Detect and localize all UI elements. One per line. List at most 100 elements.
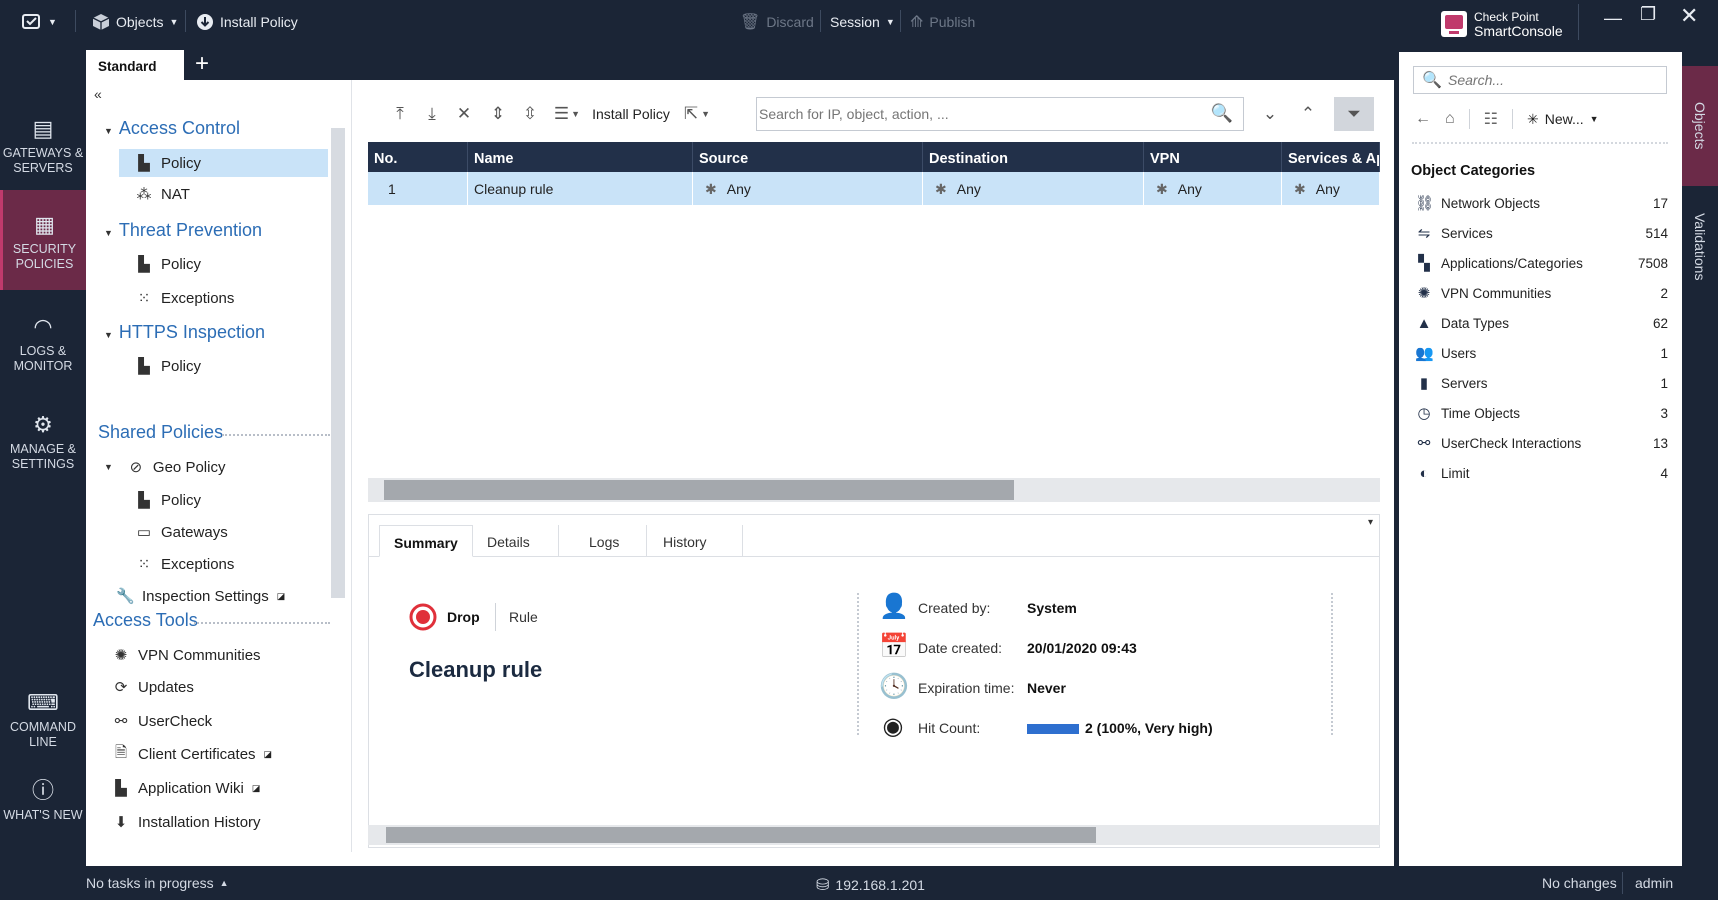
nav-security-label: SECURITY POLICIES bbox=[12, 242, 77, 271]
rule-search-input[interactable] bbox=[757, 98, 1197, 130]
session-menu-button[interactable]: Session ▼ bbox=[830, 10, 895, 34]
column-header-name[interactable]: Name bbox=[468, 142, 693, 172]
scrollbar-thumb[interactable] bbox=[384, 480, 1014, 500]
column-header-services[interactable]: Services & Ap bbox=[1282, 142, 1380, 172]
column-header-destination[interactable]: Destination bbox=[923, 142, 1144, 172]
nav-manage-settings[interactable]: ⚙ MANAGE & SETTINGS bbox=[0, 408, 86, 480]
tree-item-tp-policy[interactable]: ▙ Policy bbox=[135, 250, 201, 278]
tree-https-inspection[interactable]: ▼ HTTPS Inspection bbox=[104, 322, 265, 343]
tree-item-geo-policy[interactable]: ▙ Policy bbox=[135, 486, 201, 514]
tree-item-hi-policy[interactable]: ▙ Policy bbox=[135, 352, 201, 380]
tab-details[interactable]: Details bbox=[473, 525, 559, 557]
rule-title: Cleanup rule bbox=[409, 657, 543, 682]
search-icon[interactable]: 🔍 bbox=[1211, 103, 1233, 124]
server-address: 192.168.1.201 bbox=[835, 877, 925, 893]
category-services[interactable]: ⇋ Services 514 bbox=[1415, 221, 1668, 245]
close-button[interactable]: ✕ bbox=[1680, 3, 1699, 28]
maximize-button[interactable]: ❐ bbox=[1640, 2, 1656, 26]
table-cell-services[interactable]: ✱ Any bbox=[1282, 172, 1380, 205]
filter-button[interactable]: ⏷ bbox=[1334, 97, 1374, 131]
scrollbar-thumb[interactable] bbox=[386, 827, 1096, 843]
tree-item-vpn-communities[interactable]: ✺ VPN Communities bbox=[112, 641, 261, 669]
nav-command-line[interactable]: ⌨ COMMAND LINE bbox=[0, 686, 86, 758]
category-data-types[interactable]: ▲ Data Types 62 bbox=[1415, 311, 1668, 335]
nat-icon: ⁂ bbox=[136, 186, 152, 203]
category-usercheck-interactions[interactable]: ⚯ UserCheck Interactions 13 bbox=[1415, 431, 1668, 455]
panel-collapse-icon[interactable]: ▾ bbox=[1368, 517, 1373, 528]
tree-item-tp-exceptions[interactable]: ⁙ Exceptions bbox=[135, 284, 235, 312]
new-label: New... bbox=[1544, 111, 1584, 127]
tab-summary[interactable]: Summary bbox=[379, 525, 473, 557]
nav-logs-monitor[interactable]: ◠ LOGS & MONITOR bbox=[0, 310, 86, 382]
tree-item-installation-history[interactable]: ⬇ Installation History bbox=[112, 808, 261, 836]
discard-button[interactable]: 🗑 Discard bbox=[740, 10, 814, 34]
more-actions-button[interactable]: ☰ ▼ bbox=[549, 97, 585, 131]
export-button[interactable]: ⇱ ▼ bbox=[677, 97, 717, 131]
publish-button[interactable]: ⟰ Publish bbox=[910, 10, 975, 34]
nav-whats-new[interactable]: ⓘ WHAT'S NEW bbox=[0, 774, 86, 846]
nav-gateways-servers[interactable]: ▤ GATEWAYS & SERVERS bbox=[0, 110, 86, 182]
category-vpn-communities[interactable]: ✺ VPN Communities 2 bbox=[1415, 281, 1668, 305]
tree-threat-prevention[interactable]: ▼ Threat Prevention bbox=[104, 220, 262, 241]
tree-scrollbar[interactable] bbox=[331, 128, 345, 598]
back-arrow-icon[interactable]: ← bbox=[1415, 110, 1431, 128]
add-rule-below-button[interactable]: ⤓ bbox=[417, 97, 447, 131]
search-next-button[interactable]: ⌄ bbox=[1252, 97, 1288, 131]
table-cell-source[interactable]: ✱ Any bbox=[693, 172, 923, 205]
install-policy-button[interactable]: Install Policy bbox=[196, 10, 298, 34]
column-header-source[interactable]: Source bbox=[693, 142, 923, 172]
tree-item-usercheck[interactable]: ⚯ UserCheck bbox=[112, 707, 212, 735]
tree-access-control[interactable]: ▼ Access Control bbox=[104, 118, 240, 139]
category-users[interactable]: 👥 Users 1 bbox=[1415, 341, 1668, 365]
tree-item-ac-policy[interactable]: ▙ Policy bbox=[119, 149, 328, 177]
side-tab-objects[interactable]: Objects bbox=[1682, 66, 1718, 186]
list-view-icon[interactable]: ☷ bbox=[1484, 109, 1498, 129]
table-horizontal-scrollbar[interactable] bbox=[368, 478, 1380, 502]
app-menu-button[interactable]: ▼ bbox=[22, 10, 57, 34]
tree-item-client-certificates[interactable]: 🗎 Client Certificates ◪ bbox=[112, 740, 272, 768]
category-servers[interactable]: ▮ Servers 1 bbox=[1415, 371, 1668, 395]
tree-item-geo-gateways[interactable]: ▭ Gateways bbox=[135, 518, 228, 546]
add-rule-above-button[interactable]: ⤒ bbox=[385, 97, 415, 131]
tree-item-inspection-settings[interactable]: 🔧 Inspection Settings ◪ bbox=[116, 582, 285, 610]
nav-security-policies[interactable]: ▦ SECURITY POLICIES bbox=[0, 190, 86, 290]
tree-geo-policy[interactable]: ▼ ⊘ Geo Policy bbox=[104, 453, 225, 481]
table-cell-destination[interactable]: ✱ Any bbox=[923, 172, 1144, 205]
delete-rule-button[interactable]: ✕ bbox=[449, 97, 479, 131]
tree-item-nat[interactable]: ⁂ NAT bbox=[135, 180, 190, 208]
collapse-sections-button[interactable]: ⇳ bbox=[515, 97, 545, 131]
minimize-button[interactable]: — bbox=[1604, 6, 1622, 30]
tree-item-application-wiki[interactable]: ▙ Application Wiki ◪ bbox=[112, 774, 260, 802]
tab-history[interactable]: History bbox=[647, 525, 743, 557]
objects-menu-button[interactable]: Objects ▼ bbox=[92, 10, 178, 34]
search-previous-button[interactable]: ⌃ bbox=[1290, 97, 1326, 131]
table-cell-vpn[interactable]: ✱ Any bbox=[1144, 172, 1282, 205]
column-header-no[interactable]: No. bbox=[368, 142, 468, 172]
chevron-up-icon: ▲ bbox=[219, 878, 229, 888]
close-icon: ✕ bbox=[1680, 3, 1699, 28]
table-cell-name[interactable]: Cleanup rule bbox=[468, 172, 693, 205]
tasks-status[interactable]: No tasks in progress ▲ bbox=[86, 875, 229, 891]
toolbar-install-policy-button[interactable]: Install Policy bbox=[589, 97, 673, 131]
category-applications[interactable]: ▚ Applications/Categories 7508 bbox=[1415, 251, 1668, 275]
user-status[interactable]: admin bbox=[1635, 875, 1673, 891]
add-tab-button[interactable]: + bbox=[190, 50, 214, 80]
category-network-objects[interactable]: ⛓ Network Objects 17 bbox=[1415, 191, 1668, 215]
details-horizontal-scrollbar[interactable] bbox=[368, 825, 1380, 845]
object-search-input[interactable] bbox=[1448, 70, 1658, 90]
new-object-button[interactable]: ✳ New... ▼ bbox=[1527, 111, 1599, 128]
tab-logs[interactable]: Logs bbox=[559, 525, 647, 557]
side-tab-validations[interactable]: Validations bbox=[1682, 192, 1718, 302]
expand-sections-button[interactable]: ⇕ bbox=[483, 97, 513, 131]
collapse-panel-button[interactable]: « bbox=[94, 86, 102, 102]
category-limit[interactable]: ◐ Limit 4 bbox=[1415, 461, 1668, 485]
tree-access-control-label: Access Control bbox=[118, 118, 240, 138]
tree-item-label: Client Certificates bbox=[138, 745, 256, 763]
table-cell-no[interactable]: 1 bbox=[368, 172, 468, 205]
home-icon[interactable]: ⌂ bbox=[1445, 110, 1455, 128]
tree-item-updates[interactable]: ⟳ Updates bbox=[112, 673, 194, 701]
column-header-vpn[interactable]: VPN bbox=[1144, 142, 1282, 172]
tab-standard[interactable]: Standard bbox=[86, 50, 184, 80]
tree-item-geo-exceptions[interactable]: ⁙ Exceptions bbox=[135, 550, 235, 578]
category-time-objects[interactable]: ◷ Time Objects 3 bbox=[1415, 401, 1668, 425]
